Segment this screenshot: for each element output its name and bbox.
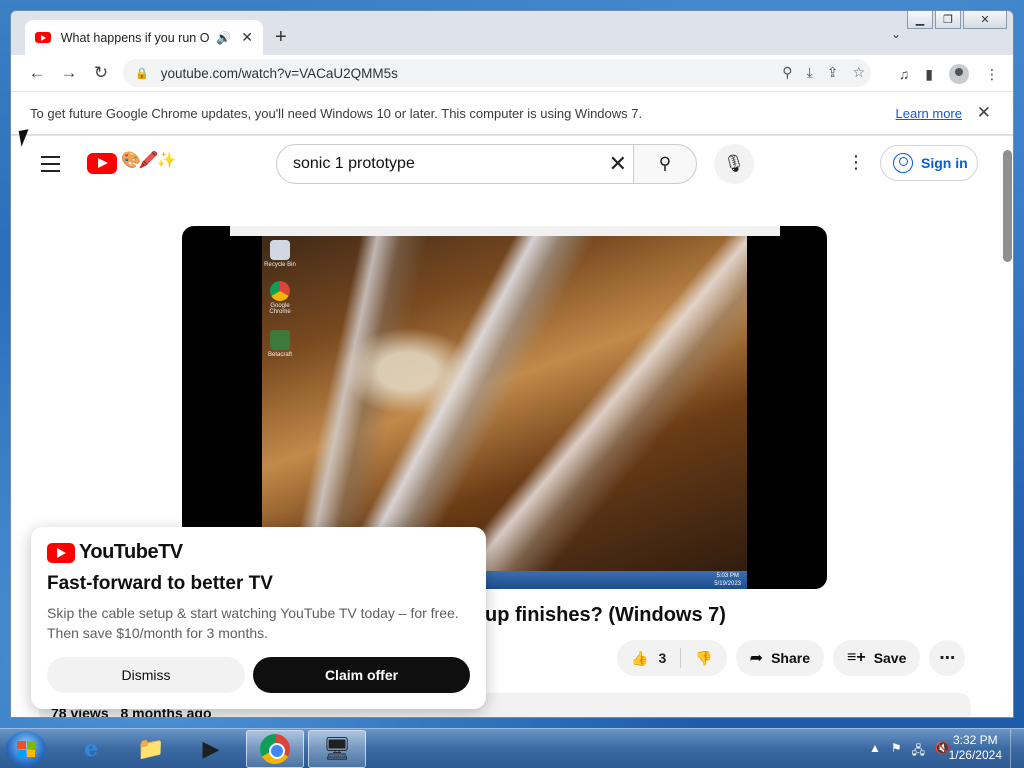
sign-in-label: Sign in xyxy=(921,155,968,171)
sign-in-button[interactable]: Sign in xyxy=(880,145,978,181)
show-desktop-button[interactable] xyxy=(1010,729,1024,768)
account-icon xyxy=(893,153,913,173)
back-button[interactable]: ← xyxy=(21,63,53,83)
search-icon: ⚲ xyxy=(658,154,672,173)
page-scrollbar[interactable] xyxy=(1003,150,1012,262)
dislike-button[interactable]: 👎 xyxy=(681,640,726,676)
taskbar-media-player[interactable]: ▶ xyxy=(182,730,240,768)
system-tray: ▲ ⚑ 🖧 🔇 xyxy=(869,741,950,762)
share-icon[interactable]: ⇪ xyxy=(827,64,839,81)
infobar-close-icon[interactable]: ✕ xyxy=(977,103,991,123)
video-window-toolbar xyxy=(230,226,780,236)
youtube-header: 🎨🖍️✨ sonic 1 prototype ✕ ⚲ 🎙 ⋮ Sign in xyxy=(11,136,996,192)
tab-search-chevron-icon[interactable]: ⌄ xyxy=(891,27,901,41)
reload-button[interactable]: ↻ xyxy=(85,63,117,83)
windows-taskbar: e 📁 ▶ 🖥 ▲ ⚑ 🖧 🔇 3:32 PM 1/26/2024 xyxy=(0,728,1024,768)
internet-explorer-icon: e xyxy=(84,736,98,762)
like-button[interactable]: 👍 3 xyxy=(617,640,680,676)
taskbar-chrome[interactable] xyxy=(246,730,304,768)
learn-more-link[interactable]: Learn more xyxy=(896,106,962,121)
side-panel-icon[interactable]: ▮ xyxy=(925,66,933,83)
lock-icon[interactable]: 🔒 xyxy=(135,67,149,80)
like-count: 3 xyxy=(658,650,667,666)
save-button[interactable]: ≡+ Save xyxy=(833,640,921,676)
infobar-message: To get future Google Chrome updates, you… xyxy=(30,105,643,121)
video-chrome-icon: Google Chrome xyxy=(260,281,300,315)
more-actions-icon[interactable]: ⋯ xyxy=(929,640,966,676)
action-center-flag-icon[interactable]: ⚑ xyxy=(891,741,902,762)
install-icon[interactable]: ⤓ xyxy=(807,64,813,81)
update-infobar: To get future Google Chrome updates, you… xyxy=(11,91,1013,135)
address-bar[interactable]: 🔒 youtube.com/watch?v=VACaU2QMM5s ⚲ ⤓ ⇪ … xyxy=(123,59,871,87)
profile-avatar[interactable] xyxy=(949,64,969,84)
folder-icon: 📁 xyxy=(137,736,165,761)
show-hidden-icons[interactable]: ▲ xyxy=(869,741,881,762)
chrome-window: ▁ ❐ ✕ What happens if you run OOBE 🔊 ✕ +… xyxy=(10,10,1014,718)
youtube-logo[interactable] xyxy=(87,153,117,174)
claim-offer-button[interactable]: Claim offer xyxy=(253,657,470,693)
youtube-tv-play-icon xyxy=(47,542,75,563)
close-tab-icon[interactable]: ✕ xyxy=(241,29,253,46)
menu-icon[interactable] xyxy=(41,156,60,177)
chrome-icon xyxy=(260,734,290,764)
search-input[interactable]: sonic 1 prototype ✕ xyxy=(276,144,634,184)
bookmark-star-icon[interactable]: ☆ xyxy=(852,64,865,81)
clear-search-icon[interactable]: ✕ xyxy=(609,151,627,177)
start-button[interactable] xyxy=(6,731,46,767)
promo-heading: Fast-forward to better TV xyxy=(47,573,273,594)
chrome-menu-icon[interactable]: ⋮ xyxy=(985,66,999,83)
tab-strip: What happens if you run OOBE 🔊 ✕ + ⌄ xyxy=(11,11,1013,55)
media-controls-icon[interactable]: ♫ xyxy=(899,66,910,82)
playlist-add-icon: ≡+ xyxy=(847,649,866,666)
forward-button[interactable]: → xyxy=(53,63,85,83)
clock-time: 3:32 PM xyxy=(952,733,998,747)
settings-menu-icon[interactable]: ⋮ xyxy=(847,152,865,173)
new-tab-button[interactable]: + xyxy=(275,26,287,49)
search-query[interactable]: sonic 1 prototype xyxy=(293,155,415,173)
thumbs-up-icon: 👍 xyxy=(631,649,649,666)
thumbs-down-icon: 👎 xyxy=(695,649,713,666)
dismiss-button[interactable]: Dismiss xyxy=(47,657,245,693)
windows-logo-icon xyxy=(17,741,35,757)
media-player-icon: ▶ xyxy=(202,736,220,761)
url-text[interactable]: youtube.com/watch?v=VACaU2QMM5s xyxy=(161,66,398,81)
clock-date: 1/26/2024 xyxy=(948,748,1002,762)
tab-active[interactable]: What happens if you run OOBE 🔊 ✕ xyxy=(25,20,263,55)
youtube-page: 🎨🖍️✨ sonic 1 prototype ✕ ⚲ 🎙 ⋮ Sign in R… xyxy=(11,136,1013,717)
taskbar-explorer[interactable]: 📁 xyxy=(122,730,180,768)
search-button[interactable]: ⚲ xyxy=(633,144,697,184)
video-date: 5/19/2023 xyxy=(714,581,741,587)
network-icon[interactable]: 🖧 xyxy=(912,741,925,762)
control-panel-icon: 🖥 xyxy=(323,736,351,761)
zoom-icon[interactable]: ⚲ xyxy=(782,64,792,81)
promo-body: Skip the cable setup & start watching Yo… xyxy=(47,605,459,641)
video-betacraft-icon: Betacraft xyxy=(260,330,300,358)
speaker-icon[interactable]: 🔊 xyxy=(216,31,231,45)
browser-toolbar: ← → ↻ 🔒 youtube.com/watch?v=VACaU2QMM5s … xyxy=(11,55,1013,91)
tab-title: What happens if you run OOBE xyxy=(60,30,211,45)
taskbar-clock[interactable]: 3:32 PM 1/26/2024 xyxy=(949,733,1002,763)
youtube-tv-logo: YouTubeTV xyxy=(47,541,470,564)
logo-doodle-icon[interactable]: 🎨🖍️✨ xyxy=(121,150,177,170)
taskbar-control-panel[interactable]: 🖥 xyxy=(308,730,366,768)
like-dislike-group: 👍 3 👎 xyxy=(617,640,727,676)
youtube-tv-promo: YouTubeTV Fast-forward to better TV Skip… xyxy=(31,527,486,709)
video-actions: 👍 3 👎 ➦ Share ≡+ Save ⋯ xyxy=(617,640,966,676)
taskbar-internet-explorer[interactable]: e xyxy=(62,730,120,768)
video-title: up finishes? (Windows 7) xyxy=(485,604,726,626)
video-clock: 5:03 PM xyxy=(716,573,739,579)
voice-search-button[interactable]: 🎙 xyxy=(714,144,754,184)
microphone-icon: 🎙 xyxy=(723,154,745,173)
share-arrow-icon: ➦ xyxy=(749,650,764,667)
youtube-favicon-icon xyxy=(35,32,51,43)
share-button[interactable]: ➦ Share xyxy=(735,640,824,676)
video-recycle-bin-icon: Recycle Bin xyxy=(260,240,300,268)
